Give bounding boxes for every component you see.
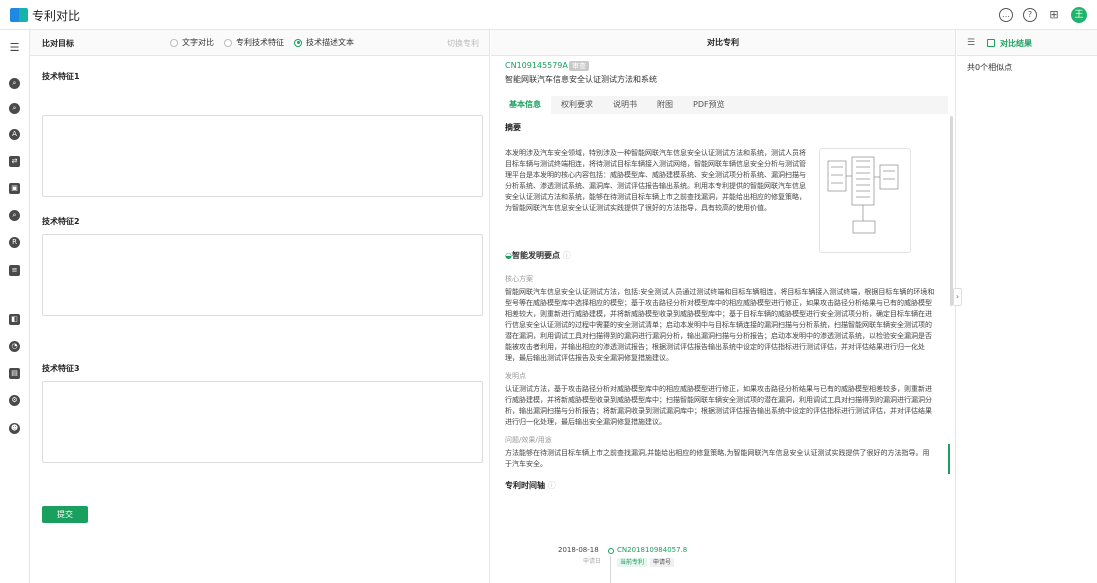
- advanced-search-icon[interactable]: ⌕: [9, 103, 20, 114]
- patent-number-link[interactable]: CN109145579A: [505, 61, 568, 70]
- compare-result-header: ☰ 对比结果: [957, 30, 1097, 56]
- radio-patent-features[interactable]: 专利技术特征: [224, 37, 284, 48]
- smart-icon: ◒: [505, 251, 512, 260]
- timeline-date-label: 申请日: [583, 558, 602, 565]
- search-icon[interactable]: ⌕: [9, 78, 20, 89]
- top-bar: 专利对比 … ? ⊞ 王: [0, 0, 1097, 30]
- notes-icon[interactable]: ▤: [9, 368, 20, 379]
- similar-count: 共0个相似点: [967, 63, 1013, 72]
- invention-point-text: 认证测试方法，基于攻击路径分析对威胁模型库中的相应威胁模型进行修正，如果攻击路径…: [505, 385, 932, 426]
- patent-title: 智能网联汽车信息安全认证测试方法和系统: [505, 75, 657, 84]
- feature-2-input[interactable]: [42, 234, 483, 316]
- abstract-title: 摘要: [505, 123, 521, 132]
- current-patent-tag: 当前专利: [617, 558, 648, 567]
- abstract-text: 本发明涉及汽车安全领域，特别涉及一种智能网联汽车信息安全认证测试方法和系统，测试…: [505, 149, 806, 212]
- timeline-info-icon[interactable]: ⓘ: [548, 481, 556, 490]
- apps-grid-icon[interactable]: ⊞: [1047, 8, 1061, 22]
- timeline-tags: 当前专利 申请号: [617, 557, 677, 567]
- tab-compare-result[interactable]: 对比结果: [1000, 38, 1032, 49]
- split-view-icon[interactable]: ◧: [9, 314, 20, 325]
- help-icon[interactable]: ?: [1023, 8, 1037, 22]
- core-scheme-label: 核心方案: [505, 275, 533, 283]
- effect-label: 问题/效果/用途: [505, 436, 552, 444]
- scroll-position-marker: [948, 444, 950, 474]
- users-icon[interactable]: ☻: [9, 423, 20, 434]
- timeline-patent-link[interactable]: CN201810984057.8: [617, 546, 687, 554]
- tab-pdf-preview[interactable]: PDF预览: [683, 96, 735, 114]
- chat-icon[interactable]: …: [999, 8, 1013, 22]
- submit-button[interactable]: 提交: [42, 506, 88, 523]
- compare-icon[interactable]: ⇄: [9, 156, 20, 167]
- feature-3-label: 技术特征3: [42, 364, 80, 373]
- report-icon[interactable]: R: [9, 237, 20, 248]
- tab-drawings[interactable]: 附图: [647, 96, 683, 114]
- app-title: 专利对比: [32, 9, 81, 23]
- image-search-icon[interactable]: ⌕: [9, 210, 20, 221]
- analysis-icon[interactable]: A: [9, 129, 20, 140]
- compare-patent-header: 对比专利: [491, 30, 955, 56]
- top-icons: … ? ⊞ 王: [999, 7, 1087, 23]
- result-tab-icon: [987, 39, 995, 47]
- compare-mode-radios: 文字对比 专利技术特征 技术描述文本: [170, 37, 354, 48]
- invention-point-label: 发明点: [505, 372, 526, 380]
- folder-icon[interactable]: ▣: [9, 183, 20, 194]
- left-nav: ☰ ⌕ ⌕ A ⇄ ▣ ⌕ R ≡ ◧ ◔ ▤ ⚙ ☻: [0, 30, 30, 583]
- timeline-date: 2018-08-18: [558, 546, 599, 554]
- patent-tabs: 基本信息 权利要求 说明书 附图 PDF预览: [499, 96, 948, 114]
- history-icon[interactable]: ◔: [9, 341, 20, 352]
- menu-icon[interactable]: ☰: [9, 42, 20, 53]
- document-icon[interactable]: ≡: [9, 265, 20, 276]
- compare-patent-panel: 对比专利 CN109145579A 审查 智能网联汽车信息安全认证测试方法和系统…: [491, 30, 956, 583]
- patent-status-badge: 审查: [569, 61, 589, 71]
- radio-text-compare[interactable]: 文字对比: [170, 37, 214, 48]
- tab-claims[interactable]: 权利要求: [551, 96, 603, 114]
- tab-description[interactable]: 说明书: [603, 96, 647, 114]
- tab-basic-info[interactable]: 基本信息: [499, 96, 551, 114]
- radio-tech-description[interactable]: 技术描述文本: [294, 37, 354, 48]
- avatar[interactable]: 王: [1071, 7, 1087, 23]
- info-icon[interactable]: ⓘ: [563, 251, 571, 260]
- switch-patent-button[interactable]: 切换专利: [447, 38, 479, 49]
- list-icon[interactable]: ☰: [967, 38, 975, 48]
- compare-target-title: 比对目标: [42, 39, 74, 48]
- timeline-line: [610, 556, 611, 583]
- timeline-title: 专利时间轴 ⓘ: [505, 481, 556, 490]
- feature-3-input[interactable]: [42, 381, 483, 463]
- application-no-tag: 申请号: [650, 558, 675, 567]
- feature-2-label: 技术特征2: [42, 217, 80, 226]
- compare-target-panel: 比对目标 文字对比 专利技术特征 技术描述文本 切换专利 技术特征1 技术特征2…: [30, 30, 490, 583]
- feature-1-input[interactable]: [42, 115, 483, 197]
- compare-result-panel: ☰ 对比结果 共0个相似点: [957, 30, 1097, 583]
- feature-1-label: 技术特征1: [42, 72, 80, 81]
- flowchart-figure: [827, 156, 899, 234]
- compare-target-header: 比对目标 文字对比 专利技术特征 技术描述文本 切换专利: [30, 30, 489, 56]
- core-scheme-text: 智能网联汽车信息安全认证测试方法，包括:安全测试人员通过测试终端和目标车辆相连，…: [505, 288, 935, 362]
- timeline-dot: [608, 548, 614, 554]
- effect-text: 方法能够在待测试目标车辆上市之前查找漏洞,并能给出相应的修复策略,为智能网联汽车…: [505, 449, 930, 468]
- content-scrollbar[interactable]: [950, 116, 953, 306]
- app-logo: [10, 8, 28, 22]
- patent-figure-thumbnail[interactable]: [819, 148, 911, 253]
- settings-icon[interactable]: ⚙: [9, 395, 20, 406]
